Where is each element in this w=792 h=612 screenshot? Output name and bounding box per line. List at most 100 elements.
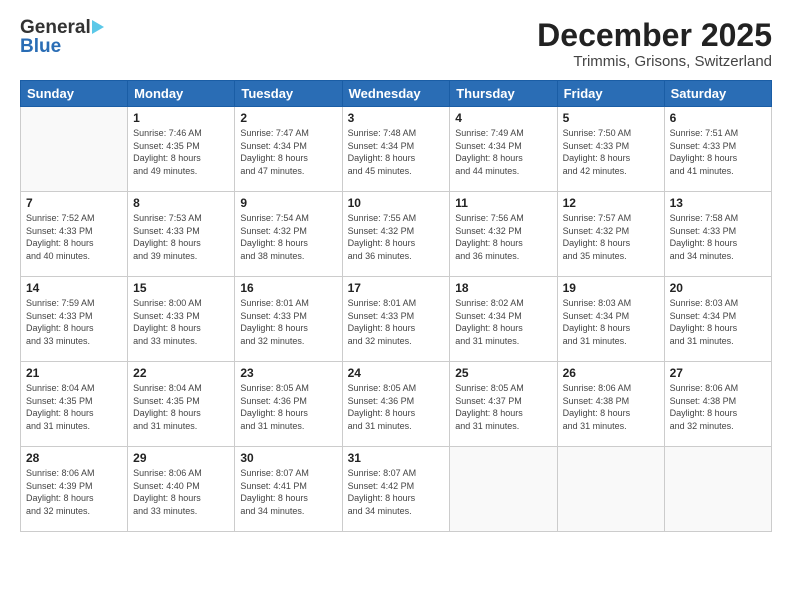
- day-info: Sunrise: 8:03 AMSunset: 4:34 PMDaylight:…: [670, 297, 766, 347]
- day-number: 2: [240, 111, 336, 125]
- calendar-cell: [557, 447, 664, 532]
- calendar-cell: 24 Sunrise: 8:05 AMSunset: 4:36 PMDayligh…: [342, 362, 450, 447]
- calendar-header-saturday: Saturday: [664, 81, 771, 107]
- day-info: Sunrise: 8:07 AMSunset: 4:41 PMDaylight:…: [240, 467, 336, 517]
- calendar-cell: 23Sunrise: 8:05 AMSunset: 4:36 PMDayligh…: [235, 362, 342, 447]
- day-number: 26: [563, 366, 659, 380]
- calendar-cell: 21 Sunrise: 8:04 AMSunset: 4:35 PMDayligh…: [21, 362, 128, 447]
- day-number: 3: [348, 111, 445, 125]
- day-info: Sunrise: 8:06 AMSunset: 4:40 PMDaylight:…: [133, 467, 229, 517]
- title-block: December 2025 Trimmis, Grisons, Switzerl…: [537, 18, 772, 70]
- day-number: 5: [563, 111, 659, 125]
- calendar-cell: 3 Sunrise: 7:48 AMSunset: 4:34 PMDaylight…: [342, 107, 450, 192]
- calendar-cell: 18Sunrise: 8:02 AMSunset: 4:34 PMDayligh…: [450, 277, 557, 362]
- calendar-cell: 29 Sunrise: 8:06 AMSunset: 4:40 PMDayligh…: [128, 447, 235, 532]
- logo-general: General: [20, 18, 91, 37]
- calendar-header-wednesday: Wednesday: [342, 81, 450, 107]
- calendar-cell: 15 Sunrise: 8:00 AMSunset: 4:33 PMDayligh…: [128, 277, 235, 362]
- day-number: 24: [348, 366, 445, 380]
- calendar-header-sunday: Sunday: [21, 81, 128, 107]
- day-info: Sunrise: 7:48 AMSunset: 4:34 PMDaylight:…: [348, 127, 445, 177]
- day-number: 23: [240, 366, 336, 380]
- day-number: 16: [240, 281, 336, 295]
- calendar-table: SundayMondayTuesdayWednesdayThursdayFrid…: [20, 80, 772, 532]
- calendar-header-tuesday: Tuesday: [235, 81, 342, 107]
- day-number: 29: [133, 451, 229, 465]
- calendar-cell: 30 Sunrise: 8:07 AMSunset: 4:41 PMDayligh…: [235, 447, 342, 532]
- page: General Blue December 2025 Trimmis, Gris…: [0, 0, 792, 612]
- calendar-header-friday: Friday: [557, 81, 664, 107]
- logo: General Blue: [20, 18, 104, 56]
- calendar-cell: 25Sunrise: 8:05 AMSunset: 4:37 PMDayligh…: [450, 362, 557, 447]
- day-number: 12: [563, 196, 659, 210]
- calendar-cell: 28 Sunrise: 8:06 AMSunset: 4:39 PMDayligh…: [21, 447, 128, 532]
- day-info: Sunrise: 8:01 AMSunset: 4:33 PMDaylight:…: [240, 297, 336, 347]
- calendar-cell: 5 Sunrise: 7:50 AMSunset: 4:33 PMDaylight…: [557, 107, 664, 192]
- calendar-cell: 19Sunrise: 8:03 AMSunset: 4:34 PMDayligh…: [557, 277, 664, 362]
- day-number: 1: [133, 111, 229, 125]
- day-number: 27: [670, 366, 766, 380]
- calendar-week-1: 1Sunrise: 7:46 AMSunset: 4:35 PMDaylight…: [21, 107, 772, 192]
- day-number: 6: [670, 111, 766, 125]
- calendar-header-thursday: Thursday: [450, 81, 557, 107]
- calendar-cell: 22 Sunrise: 8:04 AMSunset: 4:35 PMDayligh…: [128, 362, 235, 447]
- day-number: 11: [455, 196, 551, 210]
- day-info: Sunrise: 8:06 AMSunset: 4:38 PMDaylight:…: [563, 382, 659, 432]
- day-info: Sunrise: 7:47 AMSunset: 4:34 PMDaylight:…: [240, 127, 336, 177]
- day-info: Sunrise: 8:05 AMSunset: 4:37 PMDaylight:…: [455, 382, 551, 432]
- day-number: 19: [563, 281, 659, 295]
- logo-icon: [92, 20, 104, 34]
- calendar-cell: 12 Sunrise: 7:57 AMSunset: 4:32 PMDayligh…: [557, 192, 664, 277]
- day-info: Sunrise: 8:04 AMSunset: 4:35 PMDaylight:…: [133, 382, 229, 432]
- day-number: 10: [348, 196, 445, 210]
- calendar-cell: 9 Sunrise: 7:54 AMSunset: 4:32 PMDaylight…: [235, 192, 342, 277]
- header: General Blue December 2025 Trimmis, Gris…: [20, 18, 772, 70]
- day-info: Sunrise: 7:50 AMSunset: 4:33 PMDaylight:…: [563, 127, 659, 177]
- day-info: Sunrise: 7:53 AMSunset: 4:33 PMDaylight:…: [133, 212, 229, 262]
- day-number: 15: [133, 281, 229, 295]
- calendar-header-row: SundayMondayTuesdayWednesdayThursdayFrid…: [21, 81, 772, 107]
- calendar-cell: 13 Sunrise: 7:58 AMSunset: 4:33 PMDayligh…: [664, 192, 771, 277]
- calendar-header-monday: Monday: [128, 81, 235, 107]
- day-number: 22: [133, 366, 229, 380]
- day-info: Sunrise: 7:52 AMSunset: 4:33 PMDaylight:…: [26, 212, 122, 262]
- calendar-week-3: 14 Sunrise: 7:59 AMSunset: 4:33 PMDayligh…: [21, 277, 772, 362]
- calendar-cell: 10Sunrise: 7:55 AMSunset: 4:32 PMDayligh…: [342, 192, 450, 277]
- day-number: 21: [26, 366, 122, 380]
- calendar-cell: 17Sunrise: 8:01 AMSunset: 4:33 PMDayligh…: [342, 277, 450, 362]
- day-info: Sunrise: 8:05 AMSunset: 4:36 PMDaylight:…: [348, 382, 445, 432]
- day-info: Sunrise: 7:57 AMSunset: 4:32 PMDaylight:…: [563, 212, 659, 262]
- calendar-cell: 2 Sunrise: 7:47 AMSunset: 4:34 PMDaylight…: [235, 107, 342, 192]
- calendar-week-2: 7Sunrise: 7:52 AMSunset: 4:33 PMDaylight…: [21, 192, 772, 277]
- day-info: Sunrise: 8:04 AMSunset: 4:35 PMDaylight:…: [26, 382, 122, 432]
- day-info: Sunrise: 7:54 AMSunset: 4:32 PMDaylight:…: [240, 212, 336, 262]
- day-info: Sunrise: 7:56 AMSunset: 4:32 PMDaylight:…: [455, 212, 551, 262]
- calendar-cell: 7Sunrise: 7:52 AMSunset: 4:33 PMDaylight…: [21, 192, 128, 277]
- day-info: Sunrise: 8:07 AMSunset: 4:42 PMDaylight:…: [348, 467, 445, 517]
- calendar-week-5: 28 Sunrise: 8:06 AMSunset: 4:39 PMDayligh…: [21, 447, 772, 532]
- calendar-cell: [450, 447, 557, 532]
- day-number: 13: [670, 196, 766, 210]
- day-info: Sunrise: 7:49 AMSunset: 4:34 PMDaylight:…: [455, 127, 551, 177]
- day-number: 18: [455, 281, 551, 295]
- calendar-cell: [664, 447, 771, 532]
- calendar-cell: 26 Sunrise: 8:06 AMSunset: 4:38 PMDayligh…: [557, 362, 664, 447]
- month-title: December 2025: [537, 18, 772, 53]
- day-number: 14: [26, 281, 122, 295]
- calendar-cell: [21, 107, 128, 192]
- calendar-cell: 27 Sunrise: 8:06 AMSunset: 4:38 PMDayligh…: [664, 362, 771, 447]
- day-info: Sunrise: 7:59 AMSunset: 4:33 PMDaylight:…: [26, 297, 122, 347]
- calendar-cell: 8 Sunrise: 7:53 AMSunset: 4:33 PMDaylight…: [128, 192, 235, 277]
- location-title: Trimmis, Grisons, Switzerland: [537, 53, 772, 70]
- logo-blue: Blue: [20, 37, 61, 56]
- day-info: Sunrise: 8:00 AMSunset: 4:33 PMDaylight:…: [133, 297, 229, 347]
- day-number: 8: [133, 196, 229, 210]
- day-info: Sunrise: 8:06 AMSunset: 4:39 PMDaylight:…: [26, 467, 122, 517]
- calendar-cell: 31Sunrise: 8:07 AMSunset: 4:42 PMDayligh…: [342, 447, 450, 532]
- day-number: 28: [26, 451, 122, 465]
- day-number: 9: [240, 196, 336, 210]
- day-info: Sunrise: 7:58 AMSunset: 4:33 PMDaylight:…: [670, 212, 766, 262]
- day-info: Sunrise: 8:06 AMSunset: 4:38 PMDaylight:…: [670, 382, 766, 432]
- day-number: 30: [240, 451, 336, 465]
- calendar-cell: 20Sunrise: 8:03 AMSunset: 4:34 PMDayligh…: [664, 277, 771, 362]
